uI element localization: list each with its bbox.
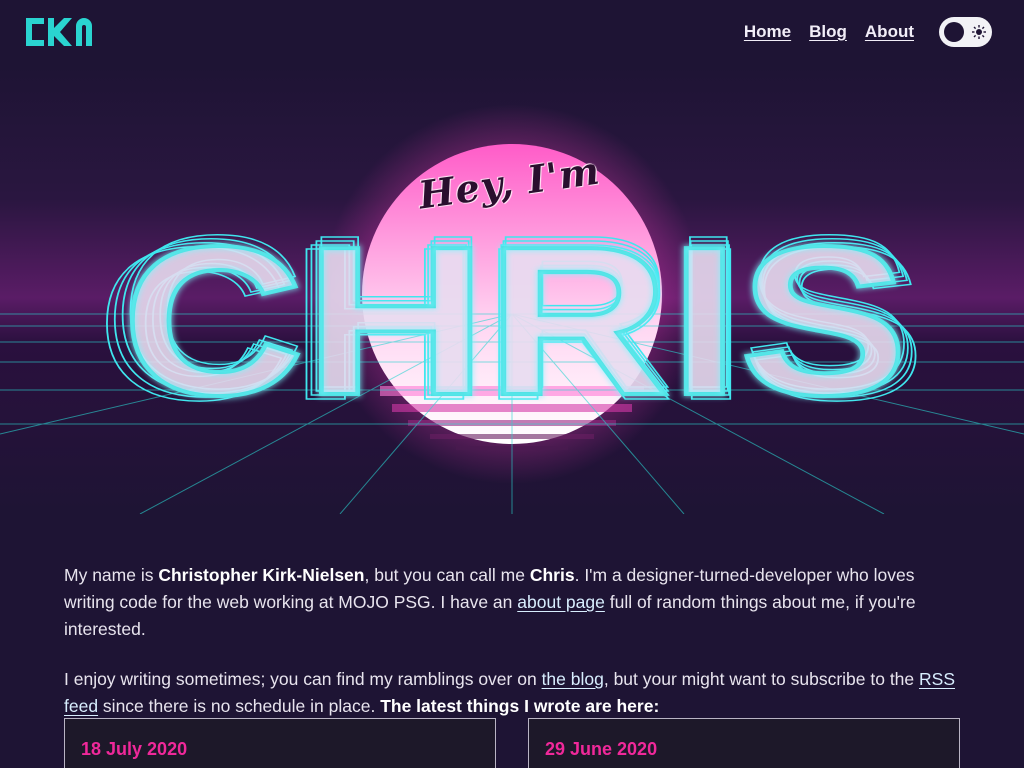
post-date: 29 June 2020 — [545, 739, 658, 759]
site-logo[interactable] — [24, 14, 104, 50]
synthwave-illustration: CHRIS CHRIS CHRIS CHRIS CHRIS CHRIS — [0, 104, 1024, 514]
intro-text: since there is no schedule in place. — [98, 696, 381, 716]
moon-icon — [944, 22, 964, 42]
intro-paragraph-1: My name is Christopher Kirk-Nielsen, but… — [64, 562, 964, 643]
sun-icon — [972, 25, 986, 39]
hero-name-glow: CHRIS — [122, 202, 908, 439]
post-card[interactable]: 29 June 2020 — [528, 718, 960, 768]
nav-home-link[interactable]: Home — [744, 22, 791, 42]
latest-posts-heading: The latest things I wrote are here: — [380, 696, 660, 716]
intro-text: , but your might want to subscribe to th… — [603, 669, 920, 689]
hero-banner: CHRIS CHRIS CHRIS CHRIS CHRIS CHRIS Hey,… — [0, 64, 1024, 514]
intro-paragraph-2: I enjoy writing sometimes; you can find … — [64, 666, 964, 720]
main-nav: Home Blog About — [744, 22, 914, 42]
intro-text: My name is — [64, 565, 159, 585]
nav-about-link[interactable]: About — [865, 22, 914, 42]
intro-text: , but you can call me — [364, 565, 530, 585]
intro-text: I enjoy writing sometimes; you can find … — [64, 669, 542, 689]
nav-blog-link[interactable]: Blog — [809, 22, 847, 42]
nickname: Chris — [529, 565, 575, 585]
post-card[interactable]: 18 July 2020 — [64, 718, 496, 768]
theme-toggle[interactable] — [939, 17, 992, 47]
full-name: Christopher Kirk-Nielsen — [158, 565, 365, 585]
blog-link[interactable]: the blog — [542, 669, 604, 689]
intro-section: My name is Christopher Kirk-Nielsen, but… — [64, 562, 964, 743]
about-page-link[interactable]: about page — [517, 592, 605, 612]
post-date: 18 July 2020 — [81, 739, 188, 759]
site-header: Home Blog About — [0, 0, 1024, 64]
